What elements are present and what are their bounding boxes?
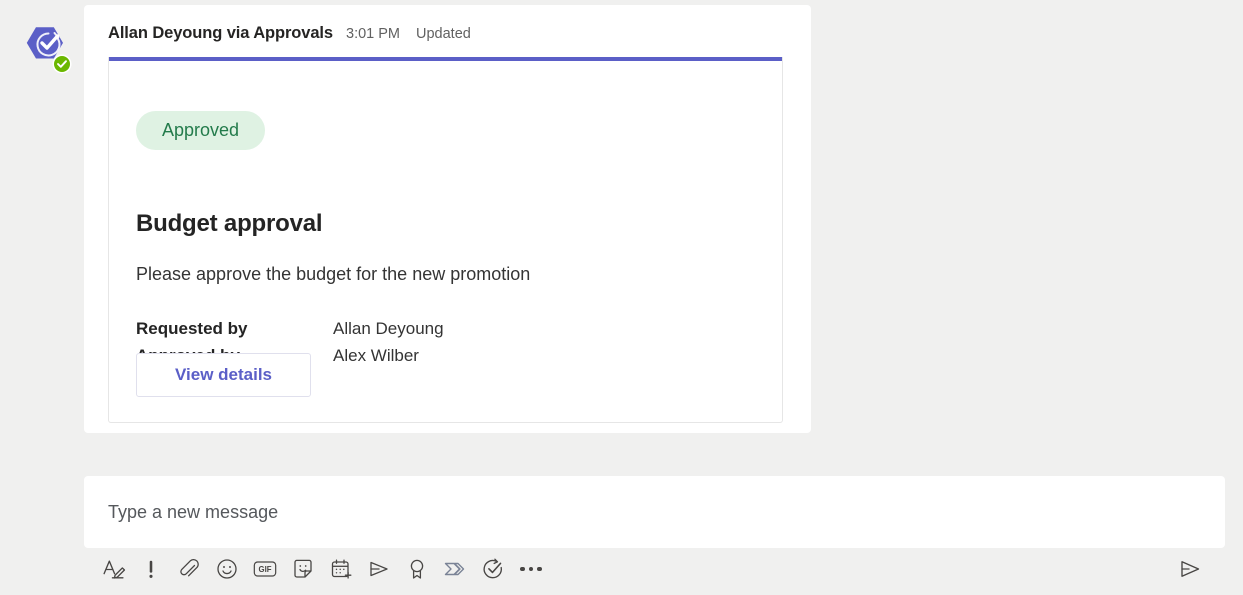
message-bubble: Allan Deyoung via Approvals 3:01 PM Upda… xyxy=(84,5,811,433)
stream-icon[interactable] xyxy=(360,550,398,588)
message-input[interactable] xyxy=(84,476,1225,548)
compose-box[interactable] xyxy=(84,476,1225,548)
fact-title: Requested by xyxy=(136,319,248,338)
gif-icon[interactable]: GIF xyxy=(246,550,284,588)
sender-name: Allan Deyoung via Approvals xyxy=(108,24,333,42)
attach-icon[interactable] xyxy=(170,550,208,588)
compose-toolbar: GIF xyxy=(84,548,1225,590)
message-header: Allan Deyoung via Approvals 3:01 PM Upda… xyxy=(108,24,471,43)
gif-label: GIF xyxy=(259,565,272,574)
message-status-text: Updated xyxy=(416,26,471,42)
praise-icon[interactable] xyxy=(398,550,436,588)
approval-adaptive-card: Approved Budget approval Please approve … xyxy=(108,57,783,423)
fact-value: Alex Wilber xyxy=(333,346,419,365)
card-accent-bar xyxy=(109,57,782,61)
send-button[interactable] xyxy=(1171,550,1209,588)
meeting-icon[interactable] xyxy=(322,550,360,588)
more-options-icon[interactable] xyxy=(512,550,550,588)
power-automate-icon[interactable] xyxy=(436,550,474,588)
view-details-button[interactable]: View details xyxy=(136,353,311,397)
status-badge: Approved xyxy=(136,111,266,150)
fact-row: Requested by Allan Deyoung xyxy=(136,315,444,342)
approvals-app-icon xyxy=(26,27,72,74)
importance-icon[interactable] xyxy=(132,550,170,588)
emoji-icon[interactable] xyxy=(208,550,246,588)
more-options-dots xyxy=(520,566,542,572)
message-row: Allan Deyoung via Approvals 3:01 PM Upda… xyxy=(0,0,1243,440)
approvals-icon[interactable] xyxy=(474,550,512,588)
message-timestamp: 3:01 PM xyxy=(346,26,400,42)
card-title: Budget approval xyxy=(136,210,323,237)
fact-value: Allan Deyoung xyxy=(333,319,444,338)
avatar xyxy=(18,23,73,81)
format-icon[interactable] xyxy=(94,550,132,588)
sticker-icon[interactable] xyxy=(284,550,322,588)
card-description: Please approve the budget for the new pr… xyxy=(136,264,531,284)
